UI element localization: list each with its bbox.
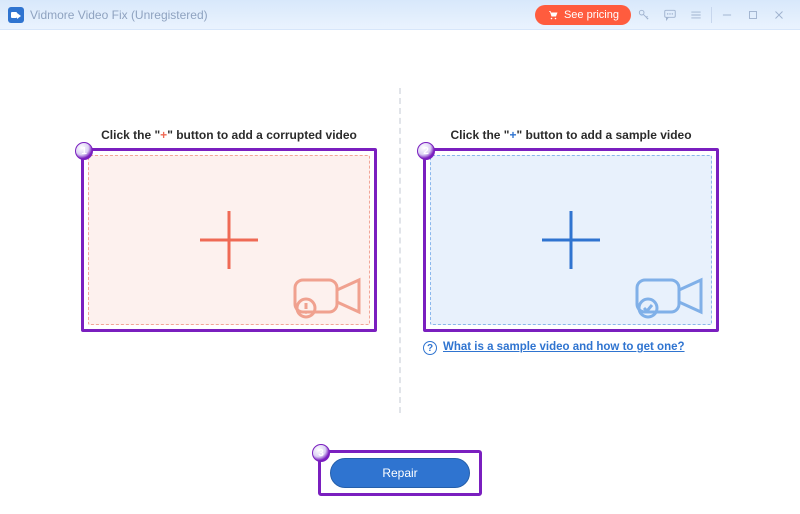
window-title: Vidmore Video Fix (Unregistered) bbox=[30, 8, 208, 22]
close-icon bbox=[772, 8, 786, 22]
sample-video-icon bbox=[635, 272, 705, 320]
repair-highlight-frame: 3 Repair bbox=[318, 450, 482, 496]
add-corrupted-video-dropzone[interactable] bbox=[88, 155, 370, 325]
app-icon bbox=[8, 7, 24, 23]
step-badge-2: 2 bbox=[417, 142, 435, 160]
sample-help-row: ? What is a sample video and how to get … bbox=[423, 340, 719, 356]
repair-button[interactable]: Repair bbox=[330, 458, 470, 488]
step-badge-3: 3 bbox=[312, 444, 330, 462]
feedback-icon bbox=[663, 8, 677, 22]
menu-button[interactable] bbox=[683, 0, 709, 30]
plus-icon: + bbox=[509, 128, 516, 142]
feedback-button[interactable] bbox=[657, 0, 683, 30]
corrupted-video-icon bbox=[293, 272, 363, 320]
what-is-sample-video-link[interactable]: What is a sample video and how to get on… bbox=[443, 340, 685, 356]
main-content: Click the "+" button to add a corrupted … bbox=[0, 30, 800, 514]
register-key-button[interactable] bbox=[631, 0, 657, 30]
sample-caption: Click the "+" button to add a sample vid… bbox=[450, 128, 691, 142]
close-button[interactable] bbox=[766, 0, 792, 30]
sample-highlight-frame: 2 bbox=[423, 148, 719, 332]
corrupted-caption: Click the "+" button to add a corrupted … bbox=[101, 128, 357, 142]
see-pricing-button[interactable]: See pricing bbox=[535, 5, 631, 25]
maximize-button[interactable] bbox=[740, 0, 766, 30]
minimize-icon bbox=[720, 8, 734, 22]
maximize-icon bbox=[746, 8, 760, 22]
step-badge-1: 1 bbox=[75, 142, 93, 160]
question-icon: ? bbox=[423, 341, 437, 355]
key-icon bbox=[637, 8, 651, 22]
titlebar-separator bbox=[711, 7, 712, 23]
plus-icon bbox=[534, 203, 608, 277]
add-sample-video-dropzone[interactable] bbox=[430, 155, 712, 325]
minimize-button[interactable] bbox=[714, 0, 740, 30]
menu-icon bbox=[689, 8, 703, 22]
drop-panels-row: Click the "+" button to add a corrupted … bbox=[0, 30, 800, 514]
cart-icon bbox=[547, 9, 559, 21]
plus-icon bbox=[192, 203, 266, 277]
see-pricing-label: See pricing bbox=[564, 9, 619, 21]
title-bar: Vidmore Video Fix (Unregistered) See pri… bbox=[0, 0, 800, 30]
corrupted-highlight-frame: 1 bbox=[81, 148, 377, 332]
